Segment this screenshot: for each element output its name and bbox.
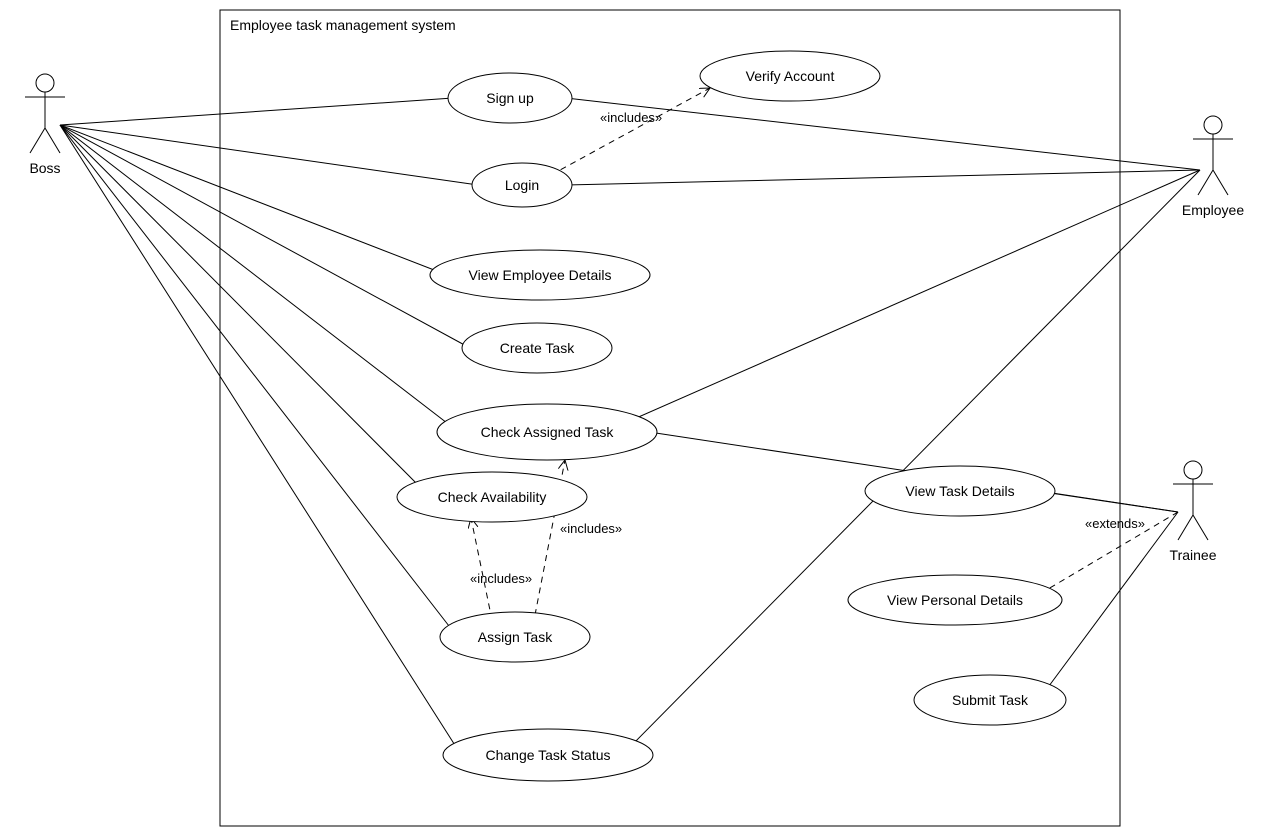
assoc-boss-createtask [60,125,470,348]
svg-text:Assign Task: Assign Task [478,629,553,645]
dep-assign-checkassigned-label: «includes» [560,521,622,536]
usecase-check-assigned-task: Check Assigned Task [437,404,657,460]
assoc-boss-login [60,125,478,185]
svg-text:Trainee: Trainee [1170,547,1217,563]
actor-employee: Employee [1182,116,1244,218]
assoc-boss-checkavail [60,125,428,495]
svg-text:Employee: Employee [1182,202,1244,218]
assoc-emp-signup [566,98,1200,170]
system-title: Employee task management system [230,17,456,33]
svg-text:View Task Details: View Task Details [905,483,1014,499]
svg-text:Submit Task: Submit Task [952,692,1029,708]
dep-login-verify-label: «includes» [600,110,662,125]
assoc-emp-checkassigned [625,170,1200,423]
dep-assign-avail [471,518,492,620]
svg-text:View Personal Details: View Personal Details [887,592,1023,608]
use-case-diagram: Employee task management system «include… [0,0,1278,836]
svg-text:Boss: Boss [29,160,60,176]
usecase-check-availability: Check Availability [397,472,587,522]
svg-text:Check Availability: Check Availability [438,489,547,505]
assoc-trainee-submit [1046,512,1178,690]
usecase-create-task: Create Task [462,323,612,373]
usecase-assign-task: Assign Task [440,612,590,662]
assoc-trainee-viewtask [1037,491,1178,512]
svg-text:Check Assigned Task: Check Assigned Task [481,424,615,440]
svg-text:Sign up: Sign up [486,90,534,106]
assoc-boss-changestatus [60,125,458,750]
svg-text:Create Task: Create Task [500,340,575,356]
svg-text:Login: Login [505,177,539,193]
assoc-emp-changestatus [627,170,1200,750]
assoc-boss-signup [60,98,453,125]
dep-assign-avail-label: «includes» [470,571,532,586]
usecase-signup: Sign up [448,73,572,123]
dep-login-verify [551,88,710,175]
usecase-view-task-details: View Task Details [865,466,1055,516]
usecase-view-personal-details: View Personal Details [848,575,1062,625]
usecase-login: Login [472,163,572,207]
actor-boss: Boss [25,74,65,176]
usecase-change-task-status: Change Task Status [443,729,653,781]
usecase-verify-account: Verify Account [700,51,880,101]
usecase-view-employee-details: View Employee Details [430,250,650,300]
svg-text:Change Task Status: Change Task Status [485,747,610,763]
assoc-emp-login [566,170,1200,185]
svg-text:View Employee Details: View Employee Details [469,267,612,283]
svg-text:Verify Account: Verify Account [746,68,835,84]
usecase-submit-task: Submit Task [914,675,1066,725]
assoc-boss-checkassigned [60,125,447,423]
dep-trainee-viewpersonal-label: «extends» [1085,516,1145,531]
